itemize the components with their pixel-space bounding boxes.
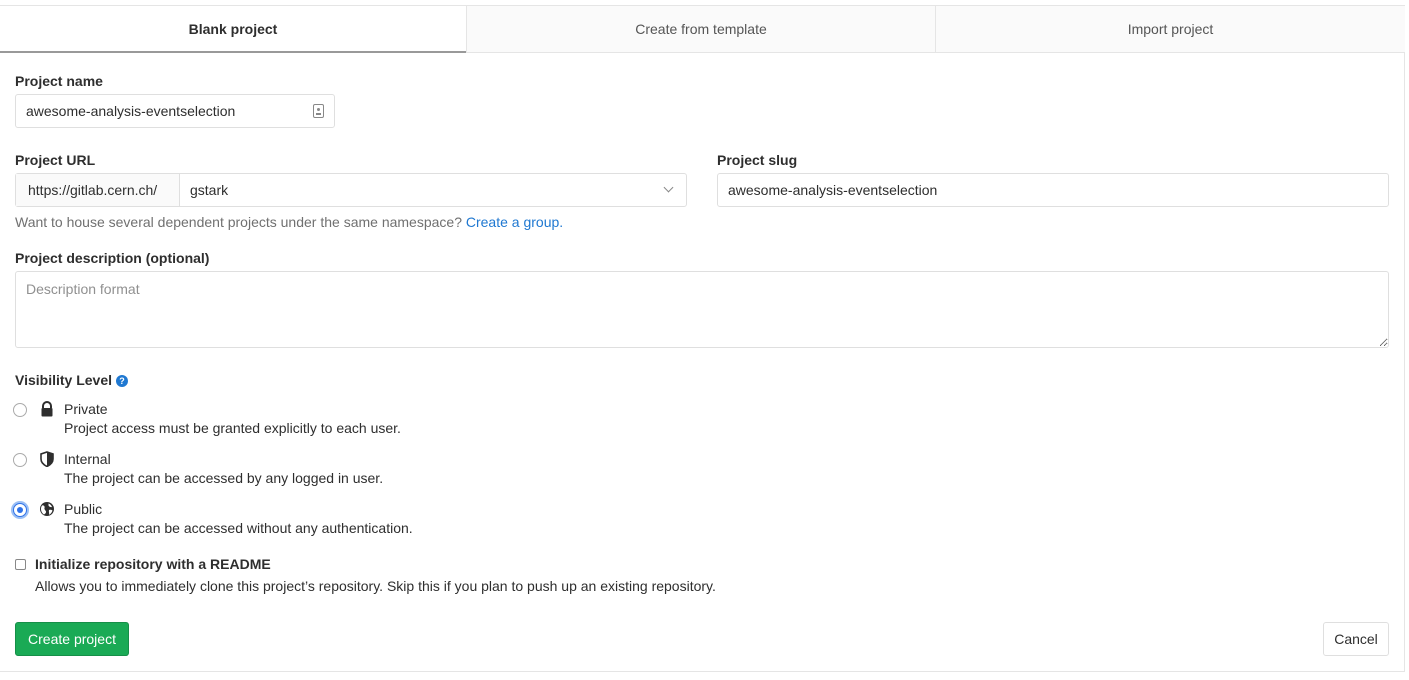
visibility-internal-description: The project can be accessed by any logge… (64, 470, 384, 486)
visibility-internal-title: Internal (64, 451, 111, 467)
visibility-public-title: Public (64, 501, 103, 517)
readme-label: Initialize repository with a README (35, 556, 271, 572)
password-manager-icon[interactable] (313, 104, 324, 118)
description-label: Project description (optional) (15, 250, 210, 266)
visibility-private-description: Project access must be granted explicitl… (64, 420, 401, 436)
readme-checkbox[interactable] (15, 559, 26, 570)
create-project-button[interactable]: Create project (15, 622, 129, 656)
tab-bar: Blank project Create from template Impor… (0, 5, 1405, 53)
visibility-label: Visibility Level? (15, 372, 129, 388)
project-slug-input[interactable] (717, 173, 1389, 207)
namespace-value: gstark (190, 182, 229, 198)
namespace-select[interactable]: gstark (180, 174, 686, 206)
url-prefix: https://gitlab.cern.ch/ (16, 174, 180, 206)
shield-icon (40, 451, 54, 467)
radio-private[interactable] (13, 403, 27, 417)
readme-description: Allows you to immediately clone this pro… (35, 578, 716, 594)
visibility-label-text: Visibility Level (15, 372, 113, 388)
namespace-help-message: Want to house several dependent projects… (15, 214, 462, 230)
project-url-group: https://gitlab.cern.ch/ gstark (15, 173, 687, 207)
globe-icon (40, 502, 54, 516)
create-group-link[interactable]: Create a group. (466, 214, 563, 230)
tab-create-from-template[interactable]: Create from template (466, 5, 935, 53)
lock-icon (41, 401, 53, 417)
description-textarea[interactable] (15, 271, 1389, 348)
radio-public[interactable] (13, 503, 27, 517)
chevron-down-icon (663, 182, 674, 193)
cancel-button[interactable]: Cancel (1323, 622, 1389, 656)
tab-import-project[interactable]: Import project (935, 5, 1405, 53)
visibility-private-title: Private (64, 401, 108, 417)
help-icon[interactable]: ? (116, 375, 129, 387)
project-name-label: Project name (15, 73, 103, 89)
project-name-input[interactable] (15, 94, 335, 128)
tab-blank-project[interactable]: Blank project (0, 5, 466, 53)
radio-internal[interactable] (13, 453, 27, 467)
namespace-help-text: Want to house several dependent projects… (15, 214, 563, 230)
project-url-label: Project URL (15, 152, 96, 168)
project-slug-label: Project slug (717, 152, 798, 168)
visibility-public-description: The project can be accessed without any … (64, 520, 413, 536)
